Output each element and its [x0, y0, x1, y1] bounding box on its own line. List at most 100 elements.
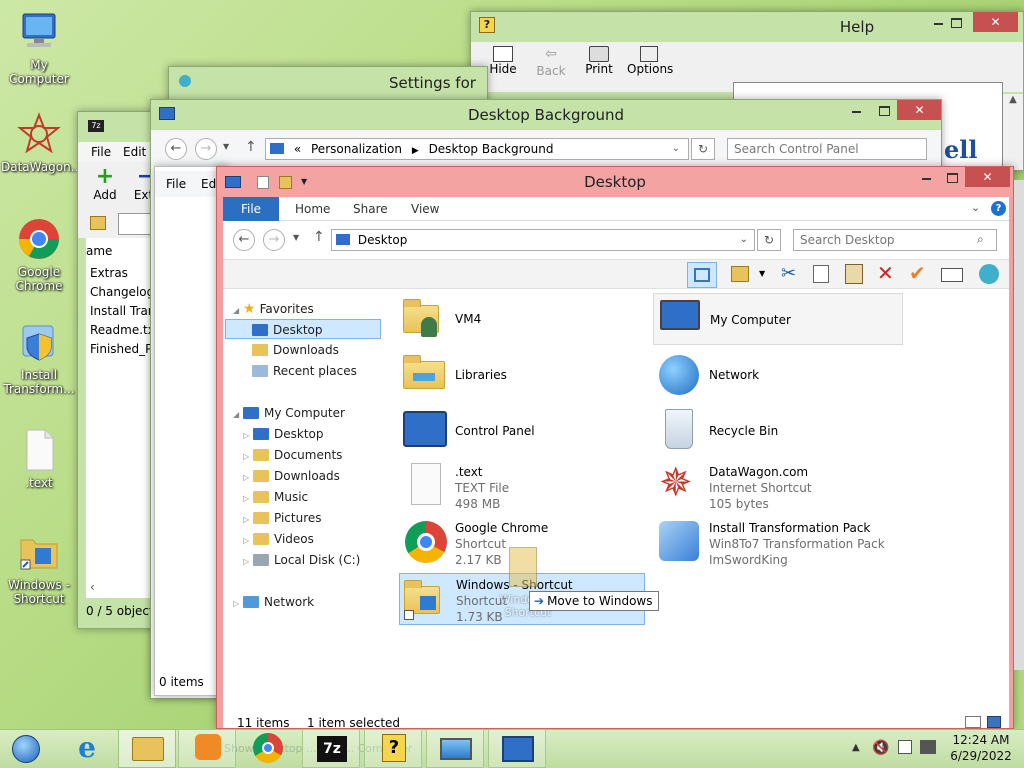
item-my-computer[interactable]: My Computer [653, 293, 903, 345]
nav-pc-videos[interactable]: ▷ Videos [243, 529, 314, 549]
explorer-back-button[interactable]: ← [233, 229, 255, 251]
archive-scroll-left[interactable]: ‹ [90, 580, 95, 594]
copy-icon[interactable] [813, 265, 829, 283]
up-folder-icon[interactable] [90, 216, 106, 230]
nav-my-computer[interactable]: ◢ My Computer [233, 403, 345, 423]
archive-file-item[interactable]: Extras [90, 266, 128, 280]
network-status-icon[interactable] [920, 740, 936, 754]
nav-pc-documents[interactable]: ▷ Documents [243, 445, 342, 465]
explorer-window[interactable]: ▼ Desktop File Home Share View ⌄ ? ← → ▼… [216, 166, 1014, 729]
new-folder-icon[interactable] [731, 266, 749, 282]
taskbar-control-panel[interactable] [488, 729, 546, 768]
nav-pc-pictures[interactable]: ▷ Pictures [243, 508, 322, 528]
clock[interactable]: 12:24 AM 6/29/2022 [946, 732, 1016, 764]
help-maximize-button[interactable] [943, 12, 970, 32]
volume-muted-icon[interactable]: 🔇 [872, 740, 889, 756]
item-text-file[interactable]: .text TEXT File 498 MB [399, 461, 645, 513]
taskbar-7zip[interactable]: 7z [302, 729, 360, 768]
bg-close-button[interactable] [897, 100, 941, 120]
explorer-refresh-button[interactable]: ↻ [757, 229, 781, 251]
desktop-icon-text-file[interactable]: .text [1, 428, 77, 490]
breadcrumb-desktop-background[interactable]: Desktop Background [429, 142, 554, 156]
item-install-transformation-pack[interactable]: Install Transformation Pack Win8To7 Tran… [653, 517, 899, 569]
desktop-icon-google-chrome[interactable]: Google Chrome [1, 217, 77, 293]
options-shell-icon[interactable] [979, 264, 999, 284]
taskbar-google-chrome[interactable] [240, 729, 298, 768]
archive-menu-file[interactable]: File [91, 142, 111, 162]
bg-title-bar[interactable]: Desktop Background [151, 100, 941, 130]
item-vm4[interactable]: VM4 [399, 293, 645, 345]
bg-refresh-button[interactable]: ↻ [691, 138, 715, 160]
nav-pc-local-disk[interactable]: ▷ Local Disk (C:) [243, 550, 360, 570]
explorer-maximize-button[interactable] [939, 167, 966, 187]
help-scrollbar[interactable]: ▲ [1003, 94, 1023, 170]
explorer-address-bar[interactable]: Desktop ⌄ [331, 229, 755, 251]
taskbar-desktop-background[interactable] [426, 729, 484, 768]
bg-minimize-button[interactable] [843, 100, 870, 120]
bg-address-bar[interactable]: « Personalization ▶ Desktop Background ⌄ [265, 138, 689, 160]
chevron-down-icon[interactable]: ⌄ [740, 230, 748, 250]
tab-share[interactable]: Share [343, 197, 398, 221]
search-icon[interactable]: ⌕ [977, 232, 984, 247]
explorer-recent-dropdown[interactable]: ▼ [293, 233, 299, 242]
nav-pc-music[interactable]: ▷ Music [243, 487, 308, 507]
help-circle-icon[interactable]: ? [991, 201, 1006, 216]
cut-icon[interactable]: ✂ [781, 263, 796, 284]
bg-back-button[interactable]: ← [165, 138, 187, 160]
properties-icon[interactable] [941, 268, 963, 282]
help-hide-button[interactable]: Hide [485, 46, 521, 76]
desktop-icon-windows-shortcut[interactable]: Windows - Shortcut [1, 530, 77, 606]
new-folder-dropdown-icon[interactable]: ▼ [759, 269, 765, 278]
rename-check-icon[interactable]: ✔ [909, 261, 926, 285]
taskbar-media-player[interactable] [178, 729, 236, 768]
archive-menu-edit[interactable]: Edit [123, 142, 146, 162]
bg-up-button[interactable]: ↑ [245, 139, 257, 155]
start-button[interactable] [0, 729, 54, 768]
nav-network[interactable]: ▷ Network [233, 592, 314, 612]
desktop-icon-install-transform[interactable]: Install Transform... [1, 320, 77, 396]
taskbar-help[interactable]: ? [364, 729, 422, 768]
archive-file-item[interactable]: Install Tran [90, 304, 155, 318]
explorer-forward-button[interactable]: → [263, 229, 285, 251]
explorer-close-button[interactable] [965, 167, 1010, 187]
nav-fav-recent[interactable]: Recent places [252, 361, 357, 381]
tab-file[interactable]: File [223, 197, 279, 221]
explorer-up-button[interactable]: ↑ [313, 229, 325, 245]
action-center-flag-icon[interactable] [898, 740, 912, 754]
bg-forward-button[interactable]: → [195, 138, 217, 160]
nav-fav-desktop[interactable]: Desktop [225, 319, 381, 339]
tray-overflow-arrow-icon[interactable]: ▲ [852, 742, 860, 753]
breadcrumb-overflow[interactable]: « [294, 142, 301, 156]
nav-fav-downloads[interactable]: Downloads [252, 340, 339, 360]
archive-file-item[interactable]: Changelog [90, 285, 154, 299]
delete-icon[interactable]: ✕ [877, 261, 894, 285]
help-print-button[interactable]: Print [581, 46, 617, 76]
preview-pane-icon[interactable] [687, 262, 717, 288]
address-desktop[interactable]: Desktop [358, 233, 408, 247]
details-view-icon[interactable] [965, 716, 981, 728]
bg-recent-dropdown[interactable]: ▼ [223, 142, 229, 151]
help-back-button[interactable]: ⇦ Back [533, 46, 569, 78]
help-close-button[interactable] [973, 12, 1018, 32]
archive-add-button[interactable]: + Add [90, 166, 120, 203]
explorer-minimize-button[interactable] [913, 167, 940, 187]
bg-search-input[interactable]: Search Control Panel [727, 138, 927, 160]
item-network[interactable]: Network [653, 349, 899, 401]
archive-column-name[interactable]: ame [86, 244, 112, 258]
paste-icon[interactable] [845, 264, 863, 284]
archive-file-item[interactable]: Finished_Pr [90, 342, 157, 356]
large-icons-view-icon[interactable] [987, 716, 1001, 728]
item-control-panel[interactable]: Control Panel [399, 405, 645, 457]
desktop-icon-my-computer[interactable]: My Computer [1, 10, 77, 86]
explorer-search-input[interactable]: Search Desktop [793, 229, 997, 251]
desktop-icon-datawagon[interactable]: DataWagon... [1, 112, 82, 174]
item-recycle-bin[interactable]: Recycle Bin [653, 405, 899, 457]
partial-menu-file[interactable]: File [166, 171, 186, 197]
ribbon-expand-chevron-icon[interactable]: ⌄ [971, 201, 980, 214]
bg-maximize-button[interactable] [871, 100, 898, 120]
tab-view[interactable]: View [401, 197, 449, 221]
tab-home[interactable]: Home [285, 197, 340, 221]
help-options-button[interactable]: Options [627, 46, 673, 76]
chevron-down-icon[interactable]: ⌄ [672, 139, 680, 159]
nav-favorites[interactable]: ◢ ★ Favorites [233, 299, 314, 319]
